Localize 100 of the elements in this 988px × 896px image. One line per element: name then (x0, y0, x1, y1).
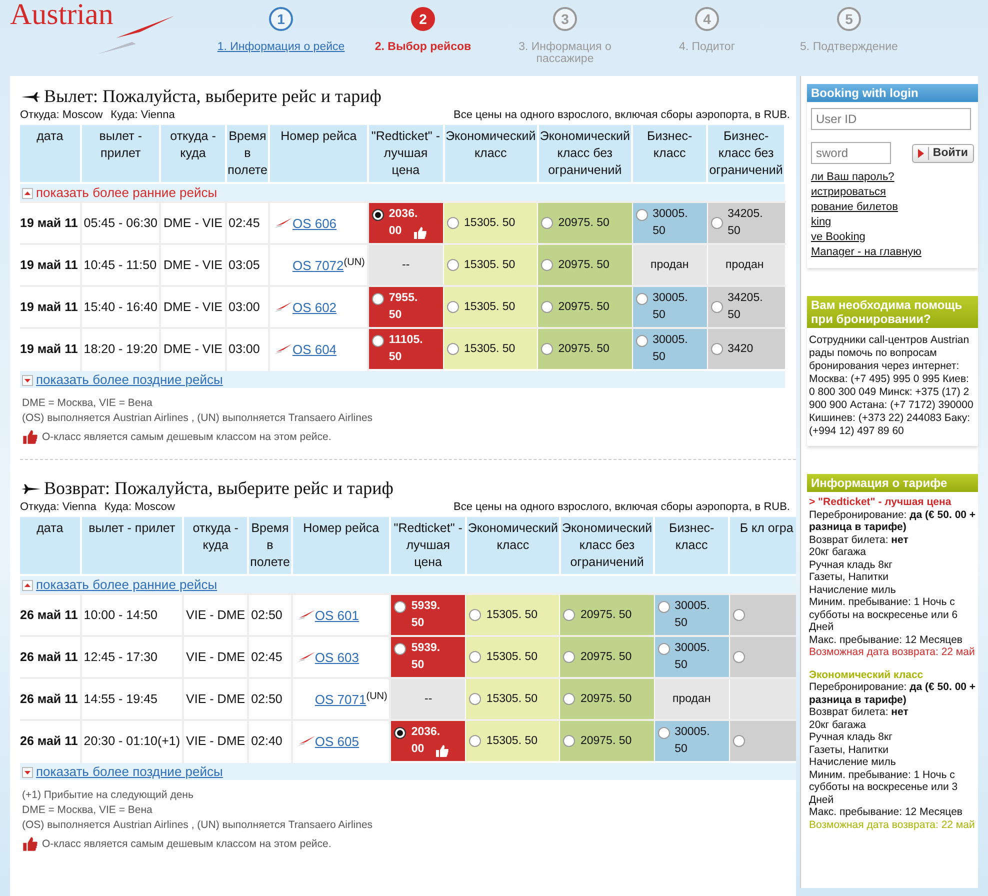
fare-radio[interactable] (394, 601, 406, 613)
sidebar-link[interactable]: king (811, 215, 974, 230)
section-title: Вылет: Пожалуйста, выберите рейс и тариф (44, 86, 382, 107)
flight-number-link[interactable]: OS 604 (292, 342, 337, 356)
fare-radio[interactable] (636, 335, 648, 347)
sidebar-link[interactable]: истрироваться (811, 185, 974, 200)
column-header: вылет - прилет (80, 125, 160, 183)
fare-price: 20975. 50 (558, 342, 610, 356)
panel-header: Вам необходима помощь при бронировании? (807, 296, 978, 328)
flight-number-link[interactable]: OS 601 (314, 608, 359, 622)
fare-price: продан (650, 258, 689, 272)
fare-condition: Начисление миль (809, 584, 897, 596)
fare-radio[interactable] (710, 217, 723, 229)
fare-radio[interactable] (469, 693, 482, 705)
column-header: Б кл огра (729, 517, 796, 575)
brand-logo: Austrian (10, 0, 114, 30)
fare-radio[interactable] (732, 735, 745, 747)
column-header: "Redticket" - лучшая цена (390, 517, 466, 575)
fare-condition: 20кг багажа (809, 718, 867, 731)
user-id-field[interactable]: User ID (811, 108, 971, 130)
column-header: "Redticket" - лучшая цена (368, 125, 444, 183)
column-header: Бизнес-класс без ограничений (707, 125, 785, 183)
login-button[interactable]: Войти (912, 144, 974, 162)
later-flights-link[interactable]: показать более поздние рейсы (36, 764, 223, 779)
fare-radio[interactable] (658, 601, 670, 613)
footnote: (OS) выполняется Austrian Airlines , (UN) выполняется Transaero Airlines (22, 411, 374, 426)
fare-radio[interactable] (394, 727, 406, 739)
column-header: Экономический класс (466, 517, 560, 575)
fare-condition: Возврат билета: нет (809, 706, 910, 718)
duration-cell: 02:45 (248, 636, 292, 678)
fare-radio[interactable] (658, 643, 670, 655)
fare-radio[interactable] (372, 209, 384, 221)
fare-radio[interactable] (658, 727, 670, 739)
help-text: Сотрудники call-центров Austrian рады помочь по вопросам бронирования через интернет: Москва: (+7 495) 995 0 995 Киев: 0 800 300 049 Минск: +375 (17) 2 900 900 Астана: (+7 7172) 390000 Кишинев: (+373 22) 244083 Баку: (+994 12) 497 89 60 (808, 333, 974, 439)
step-number: 2 (411, 7, 435, 31)
section-title: Возврат: Пожалуйста, выберите рейс и тариф (44, 478, 394, 499)
fare-radio[interactable] (447, 259, 460, 271)
fare-radio[interactable] (563, 651, 576, 663)
fare-radio[interactable] (541, 301, 554, 313)
fare-name: > "Redticket" - лучшая цена (809, 496, 952, 508)
fare-radio[interactable] (372, 335, 384, 347)
fare-price: 34205. 50 (728, 207, 764, 239)
return-date: Возможная дата возврата: 22 май (809, 818, 976, 831)
sidebar-link[interactable]: ve Booking (811, 230, 974, 245)
flight-number-link[interactable]: OS 7072 (292, 258, 344, 274)
fare-condition: Начисление миль (809, 756, 897, 768)
sidebar-link[interactable]: Manager - на главную (811, 245, 974, 260)
fare-price: 15305. 50 (464, 300, 516, 314)
fare-condition: Перебронирование: да (€ 50. 00 + разница в тарифе) (809, 681, 976, 706)
fare-radio[interactable] (636, 293, 648, 305)
fare-radio[interactable] (469, 651, 482, 663)
step-number: 1 (269, 7, 293, 31)
column-header: откуда - куда (183, 517, 248, 575)
column-header: Время в полете (226, 125, 270, 183)
fare-radio[interactable] (636, 209, 648, 221)
flight-number-link[interactable]: OS 603 (314, 650, 359, 664)
fare-radio[interactable] (372, 293, 384, 305)
footnote: (OS) выполняется Austrian Airlines , (UN) выполняется Transaero Airlines (22, 818, 374, 833)
earlier-flights-link[interactable]: показать более ранние рейсы (36, 185, 218, 200)
flight-number-link[interactable]: OS 602 (292, 300, 337, 314)
earlier-flights-link[interactable]: показать более ранние рейсы (36, 577, 218, 592)
sidebar-link[interactable]: рование билетов (811, 200, 974, 215)
footnote: (+1) Прибытие на следующий день (22, 788, 194, 803)
sidebar-link[interactable]: ли Ваш пароль? (811, 170, 974, 185)
later-flights-link[interactable]: показать более поздние рейсы (36, 372, 223, 387)
time-cell: 05:45 - 06:30 (80, 202, 160, 244)
fare-radio[interactable] (710, 301, 723, 313)
flight-number-link[interactable]: OS 7071 (314, 692, 366, 708)
fare-price: 5939. 50 (411, 641, 442, 673)
column-header: Экономический класс без ограничений (538, 125, 632, 183)
password-field[interactable]: sword (811, 142, 891, 164)
panel-header: Booking with login (807, 84, 978, 102)
fare-radio[interactable] (563, 609, 576, 621)
time-cell: 15:40 - 16:40 (80, 286, 160, 328)
fare-name: Экономический класс (809, 668, 924, 681)
fare-radio[interactable] (447, 343, 460, 355)
fare-radio[interactable] (732, 651, 745, 663)
step-link[interactable]: 1. Информация о рейсе (211, 41, 351, 53)
column-header: Экономический класс без ограничений (560, 517, 654, 575)
fare-radio[interactable] (710, 343, 723, 355)
fare-radio[interactable] (394, 643, 406, 655)
fare-radio[interactable] (447, 217, 460, 229)
fare-condition: Перебронирование: да (€ 50. 00 + разница в тарифе) (809, 508, 976, 534)
route-cell: DME - VIE (160, 286, 226, 328)
fare-radio[interactable] (563, 735, 576, 747)
fare-radio[interactable] (541, 259, 554, 271)
fare-price: 15305. 50 (486, 692, 538, 706)
route-cell: VIE - DME (183, 678, 248, 720)
flight-number-link[interactable]: OS 606 (292, 216, 337, 230)
flight-number-link[interactable]: OS 605 (314, 734, 359, 748)
fare-price: 11105. 50 (388, 333, 424, 365)
fare-radio[interactable] (732, 609, 745, 621)
fare-radio[interactable] (541, 343, 554, 355)
fare-radio[interactable] (469, 735, 482, 747)
fare-radio[interactable] (447, 301, 460, 313)
thumbs-up-icon (22, 836, 38, 852)
fare-price: 5939. 50 (411, 599, 442, 631)
fare-radio[interactable] (541, 217, 554, 229)
fare-radio[interactable] (469, 609, 482, 621)
fare-radio[interactable] (563, 693, 576, 705)
